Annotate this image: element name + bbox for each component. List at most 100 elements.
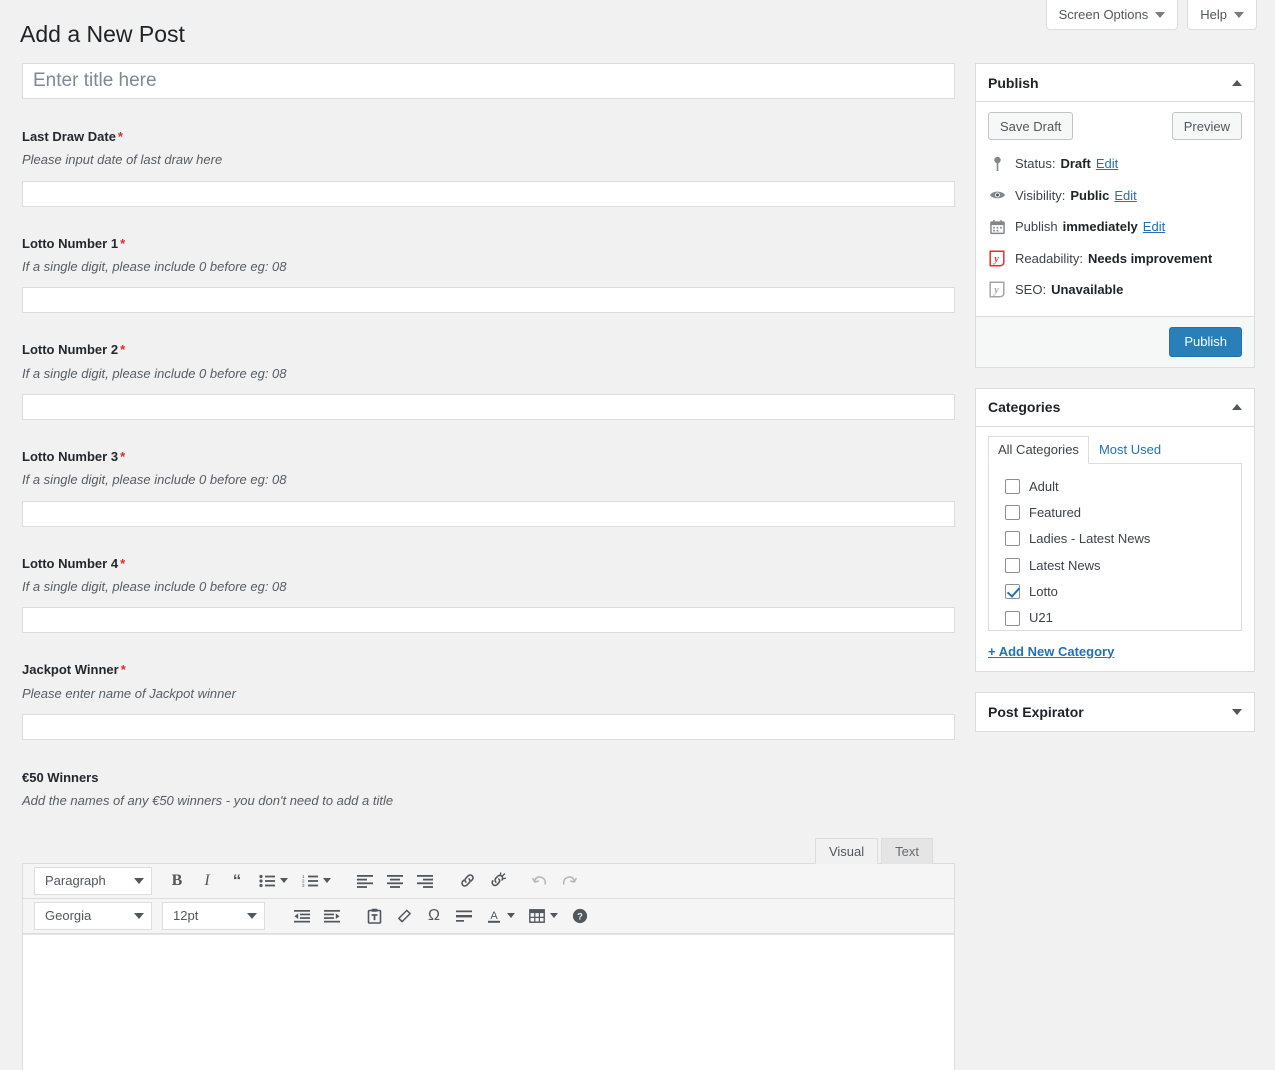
visibility-edit-link[interactable]: Edit	[1114, 186, 1136, 206]
editor-toolbar-row-2: Georgia 12pt Ω A ?	[23, 899, 954, 934]
remove-link-icon[interactable]	[482, 867, 512, 895]
screen-options-button[interactable]: Screen Options	[1045, 0, 1179, 30]
publish-box-header[interactable]: Publish	[976, 64, 1254, 102]
font-size-select[interactable]: 12pt	[162, 901, 265, 930]
visibility-label: Visibility:	[1015, 187, 1066, 203]
tab-most-used[interactable]: Most Used	[1089, 436, 1171, 464]
list-item[interactable]: U21	[997, 605, 1233, 629]
font-family-select[interactable]: Georgia	[34, 901, 152, 930]
lotto-number-1-input[interactable]	[22, 287, 955, 314]
required-asterisk: *	[120, 342, 126, 358]
tab-all-categories[interactable]: All Categories	[988, 435, 1089, 464]
categories-tabs: All Categories Most Used	[988, 435, 1242, 464]
category-checkbox[interactable]	[1005, 610, 1020, 626]
list-item[interactable]: Ladies - Latest News	[997, 526, 1233, 552]
category-checkbox[interactable]	[1005, 557, 1020, 573]
screen-meta-links: Screen Options Help	[1045, 0, 1257, 30]
blockquote-icon[interactable]: “	[222, 867, 252, 895]
publish-button[interactable]: Publish	[1169, 326, 1242, 357]
publish-actions: Save Draft Preview	[976, 102, 1254, 144]
field-description: Please input date of last draw here	[22, 152, 223, 168]
field-label: Jackpot Winner *	[22, 661, 955, 679]
categories-box-title: Categories	[988, 399, 1061, 415]
paste-as-text-icon[interactable]	[359, 902, 389, 930]
expand-toggle-icon[interactable]	[1232, 708, 1242, 715]
lotto-number-3-input[interactable]	[22, 500, 955, 527]
font-size-value: 12pt	[173, 908, 199, 924]
special-character-icon[interactable]: Ω	[419, 902, 449, 930]
last-draw-date-input[interactable]	[22, 180, 955, 207]
add-new-category-link[interactable]: + Add New Category	[988, 644, 1242, 659]
bulleted-list-icon[interactable]	[252, 867, 282, 895]
readability-label: Readability:	[1015, 250, 1083, 266]
field-label: Lotto Number 2 *	[22, 341, 955, 359]
list-item[interactable]: Adult	[997, 474, 1233, 500]
horizontal-line-icon[interactable]	[449, 902, 479, 930]
redo-icon[interactable]	[554, 867, 584, 895]
text-color-icon[interactable]: A	[479, 902, 509, 930]
post-expirator-header[interactable]: Post Expirator	[976, 693, 1254, 731]
paragraph-format-select[interactable]: Paragraph	[34, 866, 152, 895]
category-checkbox[interactable]	[1005, 531, 1020, 547]
required-asterisk: *	[120, 449, 126, 465]
category-label: Featured	[1029, 504, 1082, 520]
collapse-toggle-icon[interactable]	[1232, 404, 1242, 410]
category-label: Adult	[1029, 478, 1059, 494]
chevron-down-icon	[134, 877, 144, 884]
collapse-toggle-icon[interactable]	[1232, 79, 1242, 86]
category-checkbox[interactable]	[1005, 584, 1020, 600]
post-expirator-box: Post Expirator	[975, 691, 1255, 732]
readability-value: Needs improvement	[1087, 250, 1213, 266]
publish-box-title: Publish	[988, 74, 1039, 91]
seo-value: Unavailable	[1051, 282, 1124, 297]
field-label-text: Lotto Number 4	[22, 555, 119, 571]
categories-body: All Categories Most Used Adult Featured …	[976, 427, 1254, 671]
preview-button[interactable]: Preview	[1171, 112, 1242, 140]
align-right-icon[interactable]	[410, 867, 440, 895]
align-center-icon[interactable]	[380, 867, 410, 895]
tab-text[interactable]: Text	[881, 837, 933, 864]
align-left-icon[interactable]	[350, 867, 380, 895]
lotto-number-4-input[interactable]	[22, 607, 955, 634]
save-draft-button[interactable]: Save Draft	[988, 112, 1074, 140]
visibility-row: Visibility: Public Edit	[988, 180, 1242, 212]
help-icon[interactable]: ?	[565, 902, 595, 930]
jackpot-winner-input[interactable]	[22, 714, 955, 741]
clear-formatting-icon[interactable]	[389, 902, 419, 930]
numbered-list-icon[interactable]: 1 2 3	[295, 867, 325, 895]
category-checklist[interactable]: Adult Featured Ladies - Latest News Late…	[988, 463, 1242, 631]
readability-row: y Readability: Needs improvement	[988, 243, 1242, 275]
text-color-dropdown-icon[interactable]	[507, 913, 515, 919]
post-title-input[interactable]	[22, 63, 955, 99]
field-label: Lotto Number 4 *	[22, 555, 955, 573]
list-item[interactable]: Lotto	[997, 579, 1233, 605]
help-button[interactable]: Help	[1187, 0, 1257, 30]
pin-icon	[988, 156, 1006, 172]
bold-icon[interactable]: B	[162, 867, 192, 895]
publish-date-edit-link[interactable]: Edit	[1143, 217, 1165, 237]
tab-visual[interactable]: Visual	[814, 837, 879, 864]
table-dropdown-icon[interactable]	[550, 913, 558, 919]
list-item[interactable]: Latest News	[997, 553, 1233, 579]
bulleted-list-dropdown-icon[interactable]	[280, 878, 288, 884]
status-edit-link[interactable]: Edit	[1096, 154, 1118, 174]
numbered-list-dropdown-icon[interactable]	[323, 878, 331, 884]
outdent-icon[interactable]	[287, 902, 317, 930]
category-checkbox[interactable]	[1005, 478, 1020, 494]
undo-icon[interactable]	[524, 867, 554, 895]
paragraph-format-value: Paragraph	[45, 873, 106, 889]
help-label: Help	[1200, 7, 1227, 22]
editor-mode-tabs: Visual Text	[22, 837, 955, 864]
lotto-number-2-input[interactable]	[22, 394, 955, 421]
field-group-lotto-number-1: Lotto Number 1 * If a single digit, pleas…	[22, 235, 955, 314]
editor-content-area[interactable]	[23, 933, 954, 1070]
list-item[interactable]: Featured	[997, 500, 1233, 526]
category-checkbox[interactable]	[1005, 505, 1020, 521]
table-icon[interactable]	[522, 902, 552, 930]
italic-icon[interactable]: I	[192, 867, 222, 895]
insert-link-icon[interactable]	[452, 867, 482, 895]
categories-box-header[interactable]: Categories	[976, 389, 1254, 427]
indent-icon[interactable]	[317, 902, 347, 930]
yoast-seo-icon: y	[988, 281, 1006, 298]
field-label-text: Lotto Number 1	[22, 235, 119, 251]
